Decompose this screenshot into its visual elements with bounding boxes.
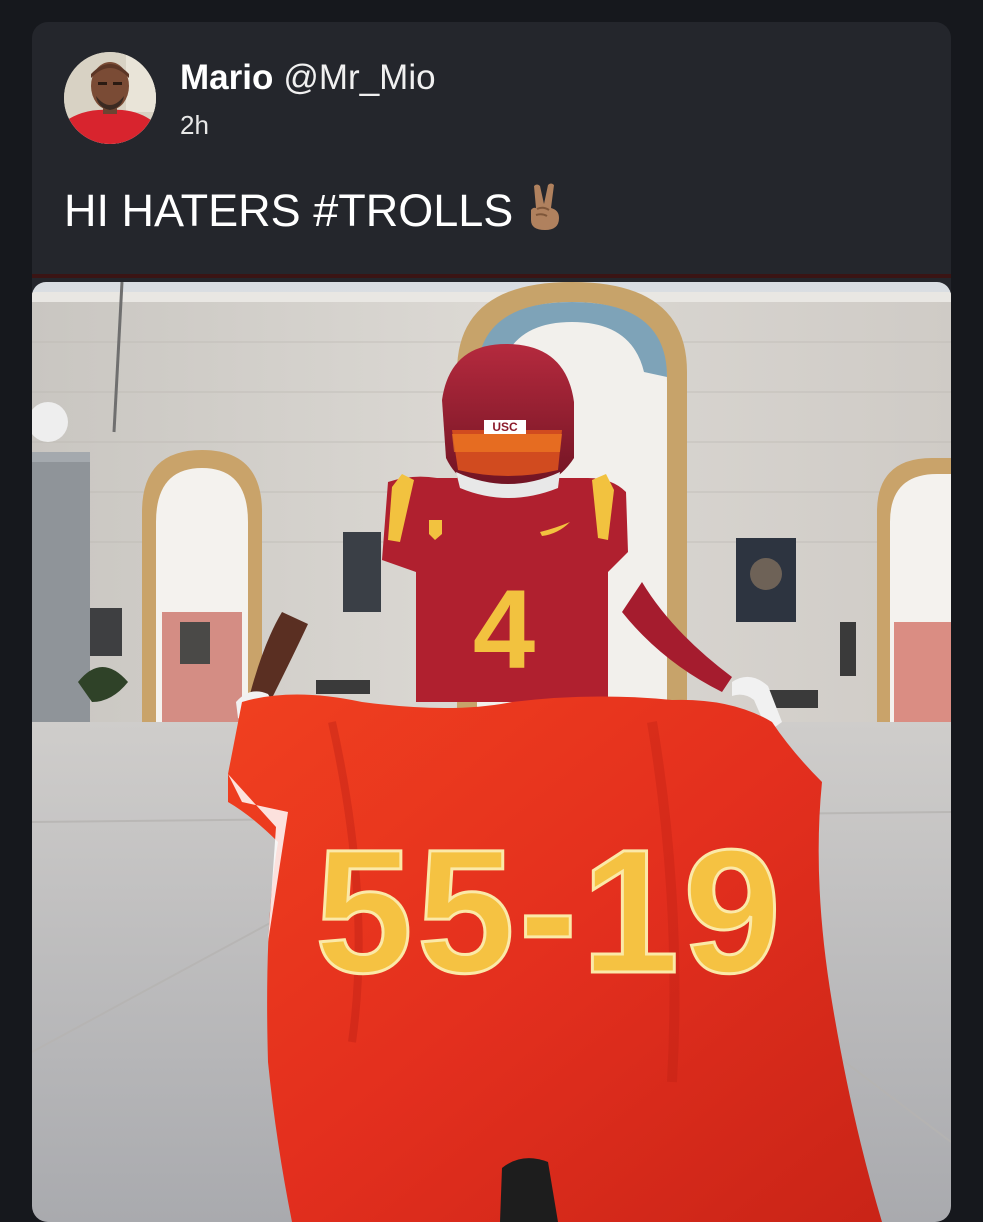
post-header: Mario @Mr_Mio 2h HI HATERS #TROLLS — [32, 22, 951, 277]
author-line: Mario @Mr_Mio — [180, 58, 436, 98]
flag-score: 55-19 — [315, 814, 785, 1010]
post-card[interactable]: Mario @Mr_Mio 2h HI HATERS #TROLLS 4 USC… — [32, 22, 951, 1222]
author-name[interactable]: Mario — [180, 58, 273, 97]
jersey-number: 4 — [473, 567, 535, 692]
post-text: HI HATERS #TROLLS — [64, 185, 514, 236]
post-image[interactable]: 4 USC 55-19 — [32, 282, 951, 1222]
author-handle[interactable]: @Mr_Mio — [283, 58, 435, 97]
header-divider — [32, 274, 951, 278]
post-timestamp[interactable]: 2h — [180, 110, 209, 140]
helmet-logo-text: USC — [492, 420, 518, 434]
victory-hand-icon — [525, 182, 565, 245]
avatar[interactable] — [64, 52, 156, 144]
post-text-line: HI HATERS #TROLLS — [64, 182, 565, 245]
